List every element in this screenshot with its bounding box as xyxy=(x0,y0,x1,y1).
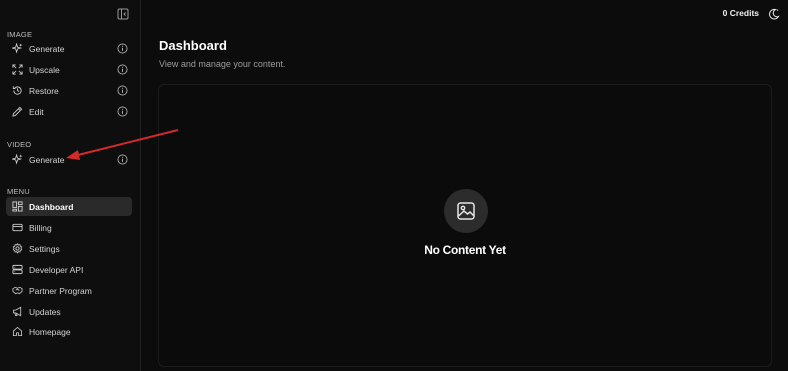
empty-state-badge xyxy=(444,189,488,233)
empty-state-message: No Content Yet xyxy=(424,243,506,257)
sidebar-item-label: Settings xyxy=(29,243,60,254)
sidebar-item-label: Dashboard xyxy=(29,201,74,212)
history-icon xyxy=(11,85,23,97)
sidebar-item-video-generate[interactable]: Generate xyxy=(6,150,132,169)
sidebar-item-upscale[interactable]: Upscale xyxy=(6,60,132,79)
sidebar-item-homepage[interactable]: Homepage xyxy=(6,322,132,341)
page-subtitle: View and manage your content. xyxy=(159,59,286,69)
sidebar-item-label: Edit xyxy=(29,106,44,117)
server-icon xyxy=(11,264,23,276)
sidebar-item-edit[interactable]: Edit xyxy=(6,102,132,121)
menu-section-label: MENU xyxy=(7,187,30,196)
gear-icon xyxy=(11,243,23,255)
sidebar-item-partner-program[interactable]: Partner Program xyxy=(6,281,132,300)
sidebar-item-label: Updates xyxy=(29,306,61,317)
sidebar-item-label: Generate xyxy=(29,154,65,165)
sparkles-icon xyxy=(11,154,23,166)
sidebar-item-label: Generate xyxy=(29,43,65,54)
sidebar-item-label: Restore xyxy=(29,85,59,96)
info-icon[interactable] xyxy=(117,106,128,117)
sidebar-item-label: Billing xyxy=(29,222,52,233)
info-icon[interactable] xyxy=(117,43,128,54)
handshake-icon xyxy=(11,285,23,297)
info-icon[interactable] xyxy=(117,64,128,75)
image-icon xyxy=(456,201,476,221)
topbar: 0 Credits xyxy=(722,7,780,20)
sidebar-collapse-icon[interactable] xyxy=(117,7,129,20)
credit-card-icon xyxy=(11,222,23,234)
sidebar-item-restore[interactable]: Restore xyxy=(6,81,132,100)
credits-counter: 0 Credits xyxy=(722,8,759,18)
info-icon[interactable] xyxy=(117,154,128,165)
content-panel: No Content Yet xyxy=(158,84,772,367)
sidebar: IMAGE Generate Upscale Restore Edit VIDE… xyxy=(0,0,141,371)
sidebar-item-label: Upscale xyxy=(29,64,60,75)
expand-icon xyxy=(11,64,23,76)
video-section-label: VIDEO xyxy=(7,140,32,149)
megaphone-icon xyxy=(11,306,23,318)
theme-toggle-icon[interactable] xyxy=(768,7,780,20)
sidebar-item-billing[interactable]: Billing xyxy=(6,218,132,237)
info-icon[interactable] xyxy=(117,85,128,96)
sidebar-item-updates[interactable]: Updates xyxy=(6,302,132,321)
sidebar-item-label: Partner Program xyxy=(29,285,92,296)
sidebar-item-image-generate[interactable]: Generate xyxy=(6,39,132,58)
image-section-label: IMAGE xyxy=(7,30,33,39)
sidebar-item-label: Homepage xyxy=(29,326,71,337)
home-icon xyxy=(11,326,23,338)
dashboard-icon xyxy=(11,201,23,213)
sidebar-item-developer-api[interactable]: Developer API xyxy=(6,260,132,279)
pencil-icon xyxy=(11,106,23,118)
sidebar-item-dashboard[interactable]: Dashboard xyxy=(6,197,132,216)
page-title: Dashboard xyxy=(159,38,227,53)
sidebar-item-label: Developer API xyxy=(29,264,84,275)
sparkles-icon xyxy=(11,43,23,55)
sidebar-item-settings[interactable]: Settings xyxy=(6,239,132,258)
